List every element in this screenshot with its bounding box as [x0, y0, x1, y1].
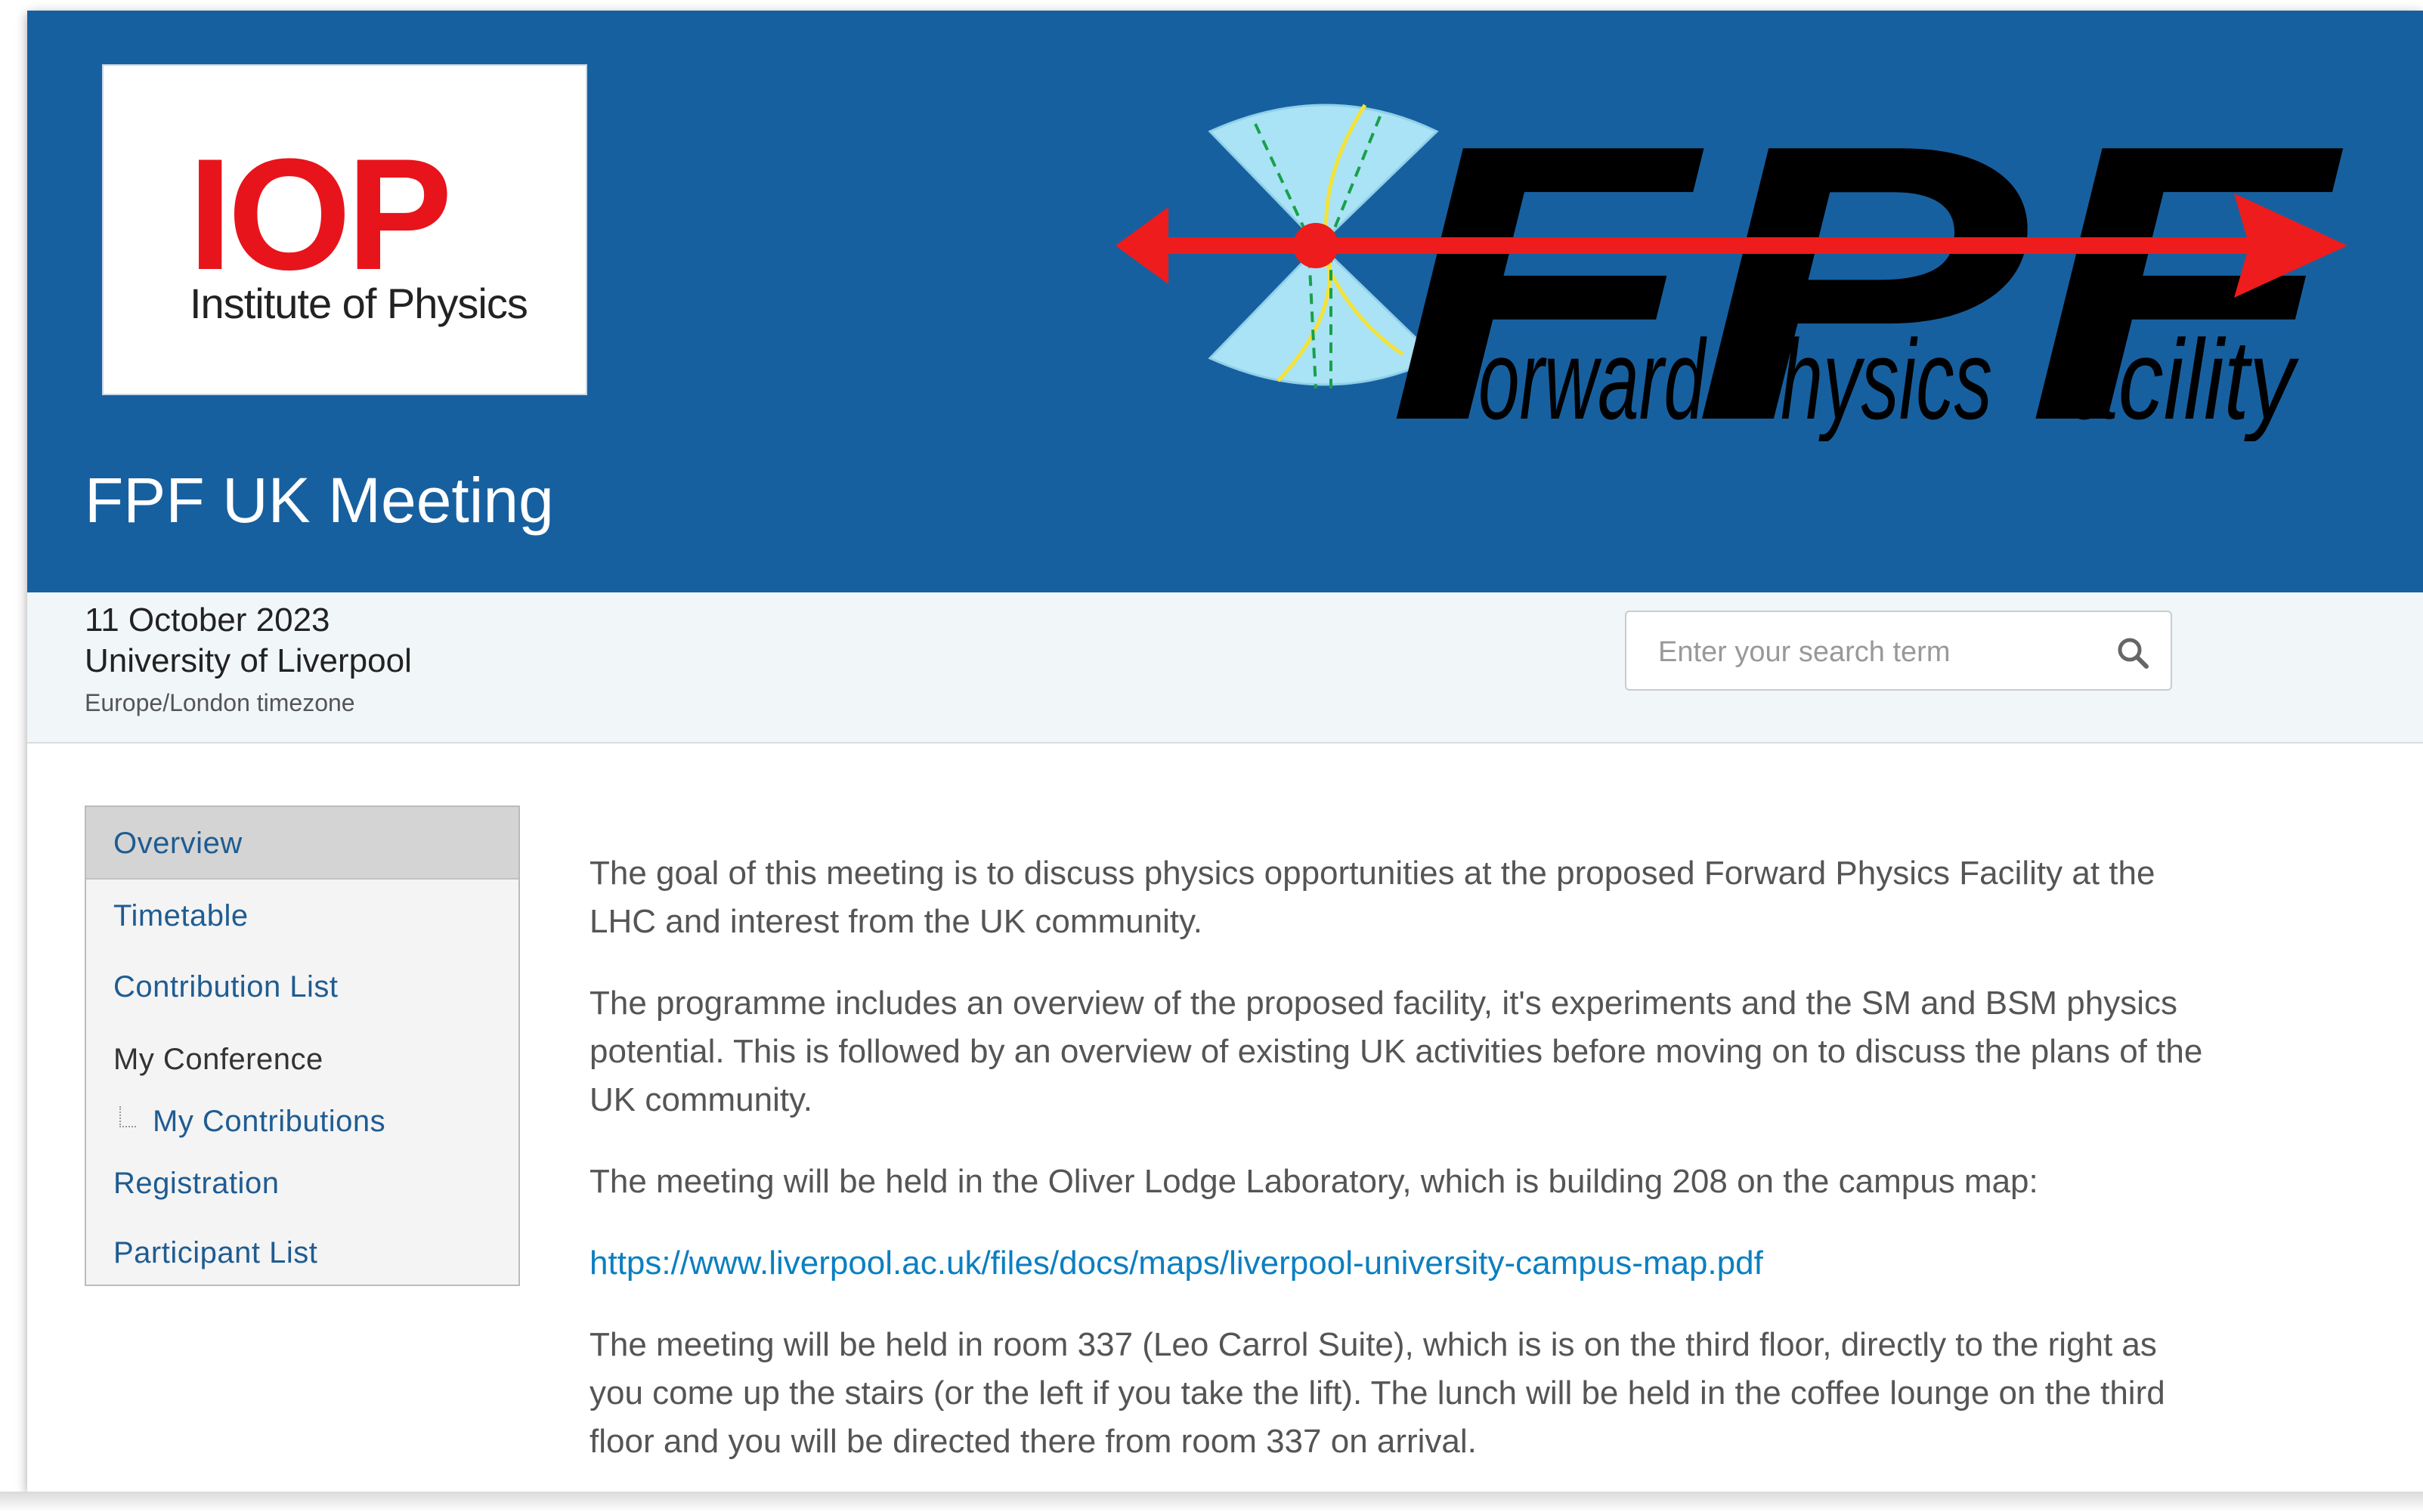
menu-item-timetable[interactable]: Timetable [86, 880, 518, 952]
event-info-bar: 11 October 2023 University of Liverpool … [27, 592, 2423, 744]
menu-item-participant-list[interactable]: Participant List [86, 1217, 518, 1289]
menu-item-overview[interactable]: Overview [86, 807, 518, 880]
fpf-logo-word-facility: acility [2068, 316, 2299, 441]
tree-branch-icon [119, 1106, 136, 1127]
menu-item-my-contributions-label: My Contributions [153, 1105, 386, 1138]
event-header: IOP Institute of Physics FPF orward hysi… [27, 11, 2423, 592]
description-paragraph-programme: The programme includes an overview of th… [590, 985, 2203, 1118]
description-paragraph-room: The meeting will be held in room 337 (Le… [590, 1326, 2165, 1460]
menu-item-registration[interactable]: Registration [86, 1147, 518, 1220]
event-timezone: Europe/London timezone [85, 689, 355, 716]
event-venue[interactable]: University of Liverpool [85, 642, 412, 680]
page-shadow-edge [0, 1492, 2423, 1512]
fpf-logo-word-forward: orward [1478, 316, 1707, 441]
search-icon[interactable] [2115, 635, 2151, 671]
menu-item-contribution-list[interactable]: Contribution List [86, 951, 518, 1023]
campus-map-link[interactable]: https://www.liverpool.ac.uk/files/docs/m… [590, 1245, 1763, 1282]
search-input[interactable] [1657, 629, 2083, 676]
event-description: The goal of this meeting is to discuss p… [590, 849, 2214, 1492]
iop-logo-mark: IOP [188, 125, 453, 303]
fpf-logo-word-physics: hysics [1781, 316, 1992, 441]
description-link-paragraph: https://www.liverpool.ac.uk/files/docs/m… [590, 1239, 2214, 1288]
iop-logo-subtitle: Institute of Physics [190, 280, 528, 327]
fpf-logo: FPF orward hysics acility [1116, 86, 2347, 441]
fpf-logo-arrowhead-left [1116, 207, 1168, 284]
description-paragraph-venue: The meeting will be held in the Oliver L… [590, 1163, 2038, 1200]
search-box [1625, 611, 2172, 691]
event-title: FPF UK Meeting [85, 465, 554, 536]
event-page: IOP Institute of Physics FPF orward hysi… [27, 11, 2423, 1492]
event-menu: Overview Timetable Contribution List My … [85, 805, 520, 1286]
fpf-logo-collision-point [1293, 223, 1338, 268]
event-date: 11 October 2023 [85, 601, 330, 639]
iop-logo[interactable]: IOP Institute of Physics [102, 64, 587, 395]
description-paragraph-goal: The goal of this meeting is to discuss p… [590, 855, 2155, 940]
